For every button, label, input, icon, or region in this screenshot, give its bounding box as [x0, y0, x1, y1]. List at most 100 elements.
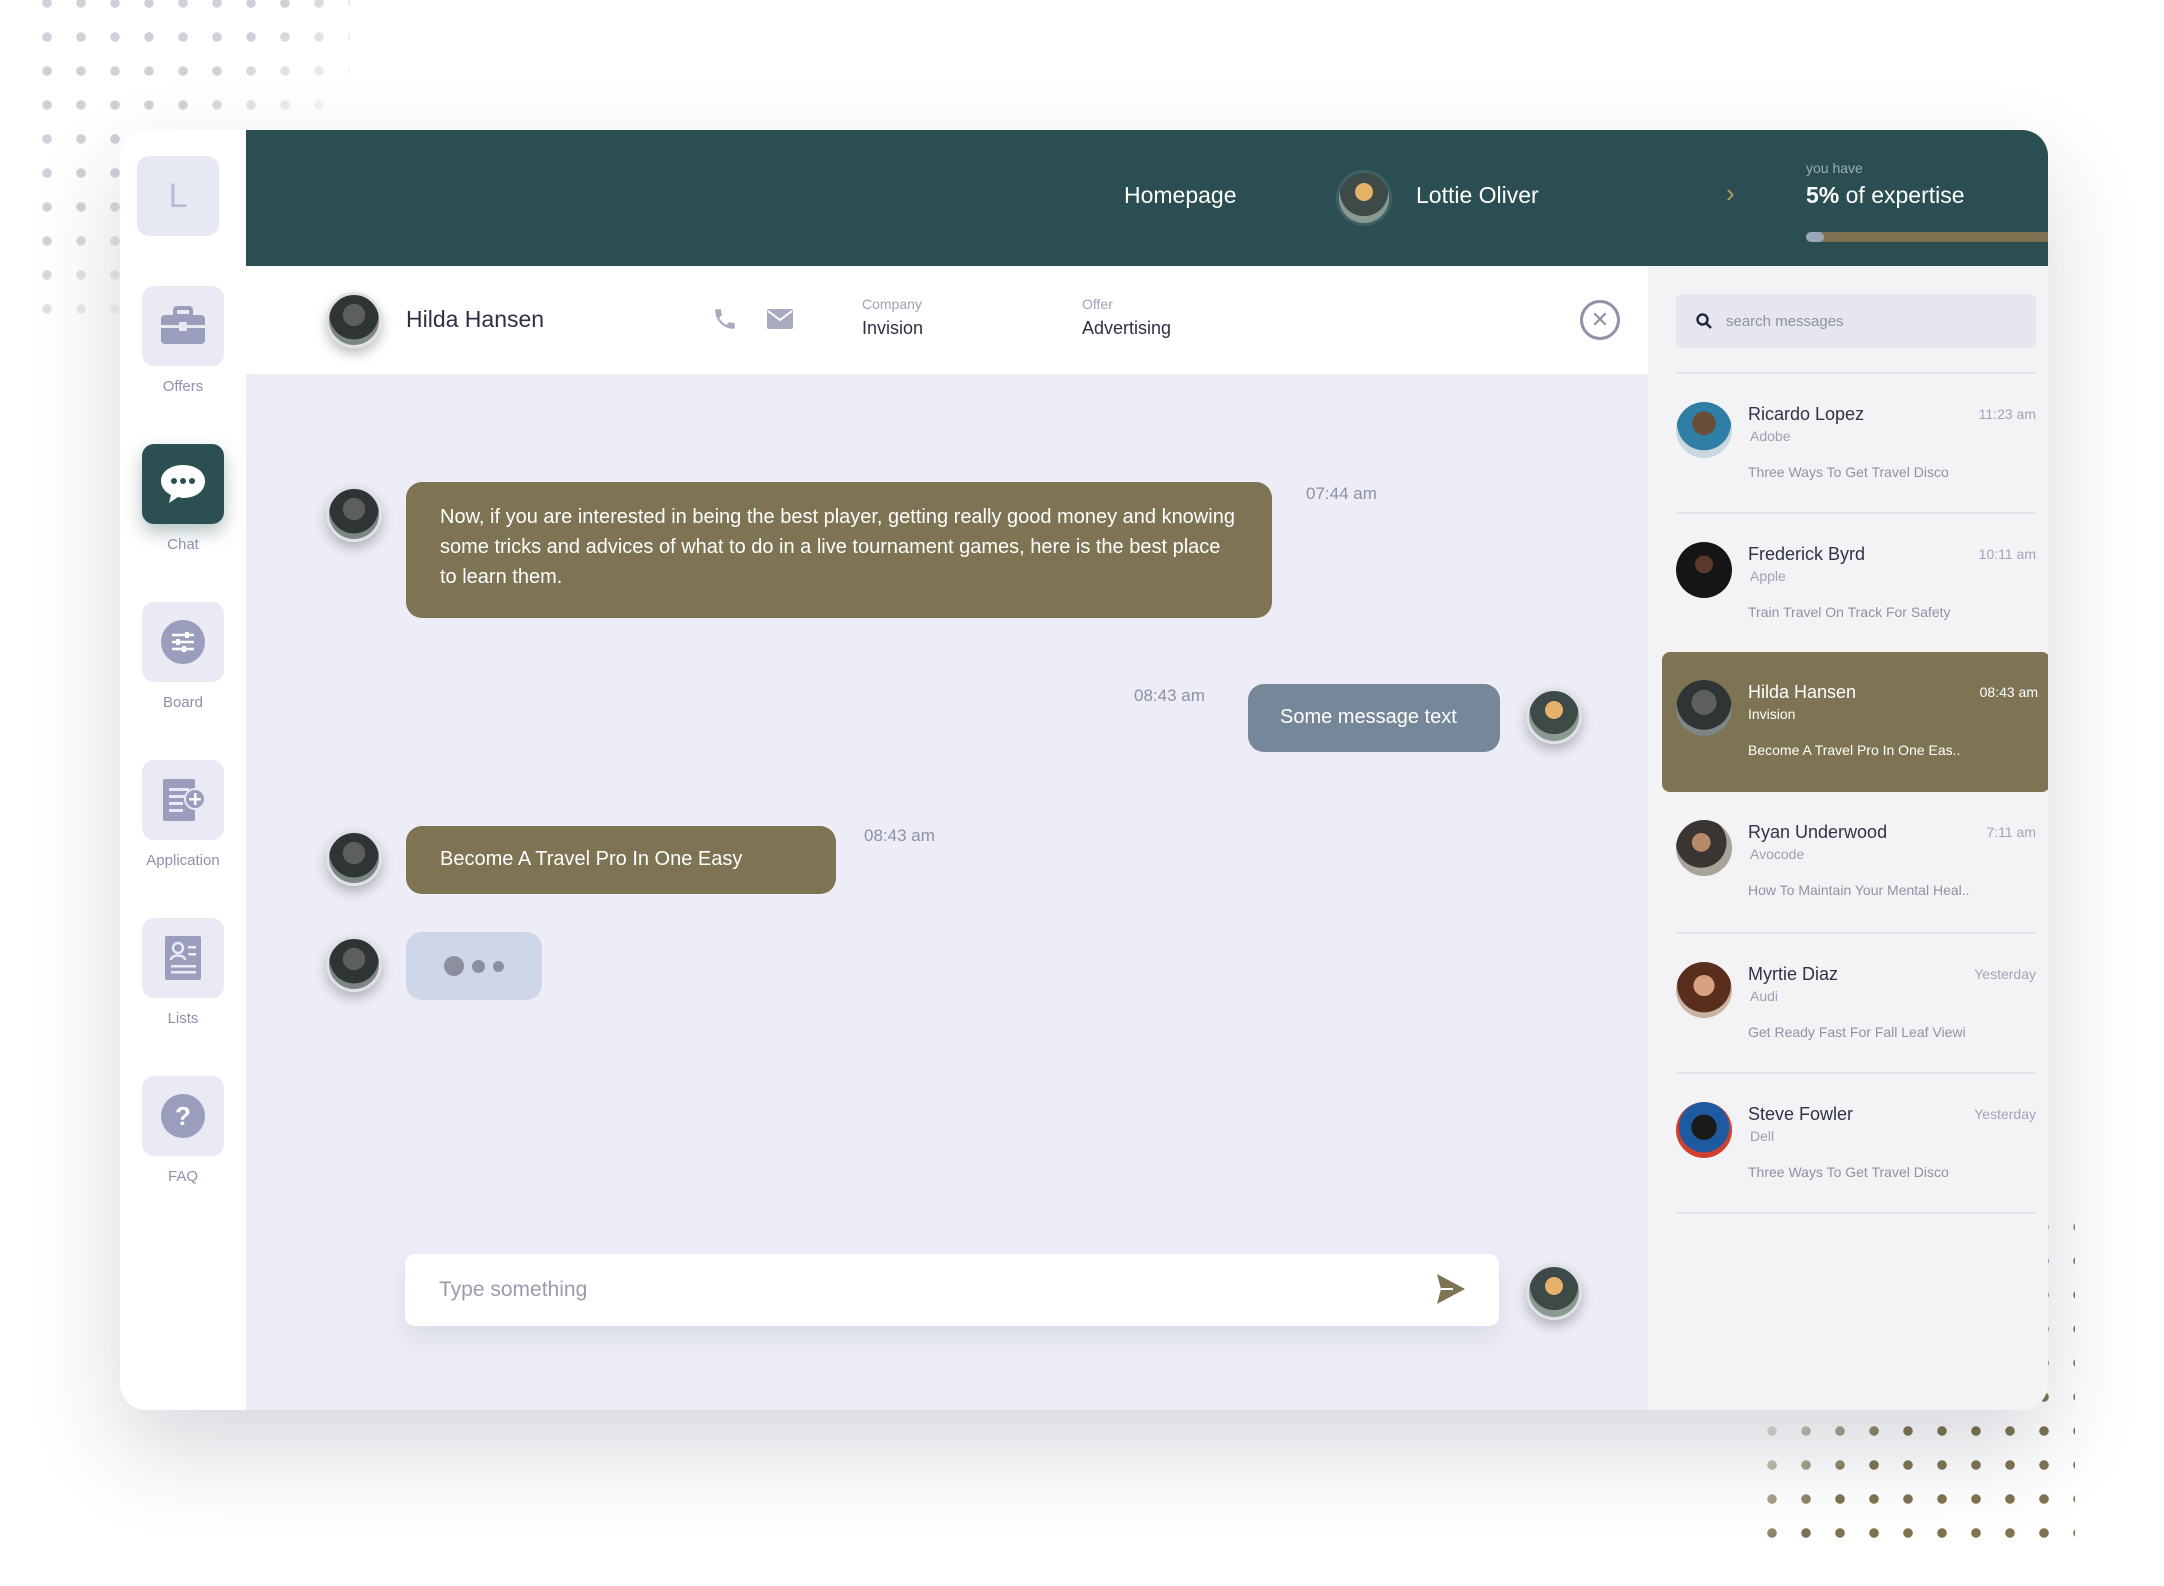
avatar: [1676, 962, 1732, 1018]
add-document-icon: [163, 779, 206, 821]
sidebar-label-application: Application: [146, 852, 220, 869]
message-time: 07:44 am: [1306, 484, 1377, 503]
mail-icon[interactable]: [766, 308, 794, 330]
conversation-time: Yesterday: [1974, 966, 2036, 982]
sidebar-tile-application[interactable]: [142, 760, 224, 840]
my-avatar: [1526, 688, 1582, 744]
list-divider: [1676, 1212, 2036, 1214]
conversation-preview: Three Ways To Get Travel Disco: [1748, 464, 1949, 480]
conversation-item[interactable]: Ryan Underwood 7:11 am Avocode How To Ma…: [1676, 792, 2036, 932]
conversation-name: Steve Fowler: [1748, 1104, 1854, 1124]
send-icon[interactable]: [1435, 1272, 1467, 1306]
avatar: [1676, 1102, 1732, 1158]
sidebar-label-offers: Offers: [162, 378, 204, 395]
contact-name: Hilda Hansen: [406, 306, 545, 332]
sidebar-item-application[interactable]: Application: [120, 760, 246, 869]
svg-text:?: ?: [175, 1101, 191, 1131]
sidebar: L Offers Chat Board Application Lists ? …: [120, 130, 246, 1410]
conversation-name: Frederick Byrd: [1748, 544, 1866, 564]
top-header: Homepage Lottie Oliver › you have 5% of …: [246, 130, 2048, 266]
sidebar-label-chat: Chat: [167, 536, 199, 553]
conversation-item[interactable]: Frederick Byrd 10:11 am Apple Train Trav…: [1676, 512, 2036, 652]
chat-header: Hilda Hansen Company Invision Offer Adve…: [246, 266, 1648, 374]
offer-value: Advertising: [1082, 318, 1172, 338]
expertise-progress-fill: [1806, 232, 1824, 242]
expertise-caption: you have: [1806, 160, 1863, 176]
company-label: Company: [862, 296, 922, 312]
expertise-value: 5% of expertise: [1806, 182, 1965, 209]
conversation-name: Hilda Hansen: [1748, 682, 1857, 702]
message-avatar: [326, 936, 382, 992]
sidebar-tile-faq[interactable]: ?: [142, 1076, 224, 1156]
sidebar-item-offers[interactable]: Offers: [120, 286, 246, 395]
homepage-link[interactable]: Homepage: [1124, 182, 1237, 209]
help-icon: ?: [161, 1094, 205, 1138]
logo[interactable]: L: [137, 156, 219, 236]
message-input[interactable]: [439, 1254, 1399, 1326]
message-time: 08:43 am: [864, 826, 935, 845]
offer-label: Offer: [1082, 296, 1113, 312]
sidebar-item-board[interactable]: Board: [120, 602, 246, 711]
contact-avatar[interactable]: [326, 292, 382, 348]
expertise-progress-bar: [1806, 232, 2048, 242]
sidebar-item-chat[interactable]: Chat: [120, 444, 246, 553]
conversation-company: Apple: [1750, 568, 1786, 584]
conversation-time: 08:43 am: [1979, 684, 2038, 700]
typing-dot: [493, 960, 504, 972]
briefcase-icon: [161, 306, 205, 344]
conversation-company: Avocode: [1750, 846, 1805, 862]
search-input[interactable]: [1726, 294, 2026, 348]
close-chat-button[interactable]: ✕: [1580, 300, 1620, 340]
phone-icon[interactable]: [712, 306, 738, 332]
message-bubble-mine: Some message text: [1248, 684, 1500, 752]
conversation-time: 10:11 am: [1978, 546, 2036, 562]
chat-bubble-icon: [161, 465, 205, 503]
company-value: Invision: [862, 318, 924, 338]
conversation-time: 11:23 am: [1978, 406, 2036, 422]
message-avatar: [326, 486, 382, 542]
sidebar-tile-chat[interactable]: [142, 444, 224, 524]
search-icon: [1696, 313, 1712, 329]
conversation-company: Adobe: [1750, 428, 1791, 444]
avatar: [1676, 402, 1732, 458]
app-window: L Offers Chat Board Application Lists ? …: [120, 130, 2048, 1410]
conversation-preview: Three Ways To Get Travel Disco: [1748, 1164, 1949, 1180]
sliders-icon: [161, 620, 205, 664]
sidebar-tile-offers[interactable]: [142, 286, 224, 366]
conversation-preview: Become A Travel Pro In One Eas..: [1748, 742, 1961, 758]
conversation-item-active[interactable]: Hilda Hansen 08:43 am Invision Become A …: [1662, 652, 2048, 792]
close-icon: ✕: [1590, 307, 1610, 332]
sidebar-item-faq[interactable]: ? FAQ: [120, 1076, 246, 1185]
user-name[interactable]: Lottie Oliver: [1416, 182, 1539, 209]
expertise-percent: 5%: [1806, 182, 1840, 208]
user-avatar[interactable]: [1336, 170, 1392, 226]
sidebar-label-board: Board: [162, 694, 204, 711]
conversation-item[interactable]: Ricardo Lopez 11:23 am Adobe Three Ways …: [1676, 372, 2036, 512]
message-composer: [405, 1254, 1499, 1326]
conversation-preview: Get Ready Fast For Fall Leaf Viewi: [1748, 1024, 1966, 1040]
conversation-name: Ricardo Lopez: [1748, 404, 1865, 424]
message-avatar: [326, 830, 382, 886]
typing-indicator: [406, 932, 542, 1000]
composer-avatar: [1526, 1264, 1582, 1320]
typing-dot: [472, 959, 485, 973]
message-bubble: Now, if you are interested in being the …: [406, 482, 1272, 618]
conversation-preview: Train Travel On Track For Safety: [1748, 604, 1951, 620]
conversation-item[interactable]: Myrtie Diaz Yesterday Audi Get Ready Fas…: [1676, 932, 2036, 1072]
sidebar-label-faq: FAQ: [167, 1168, 198, 1185]
sidebar-label-lists: Lists: [167, 1010, 199, 1027]
sidebar-tile-board[interactable]: [142, 602, 224, 682]
chevron-right-icon[interactable]: ›: [1726, 178, 1735, 209]
sidebar-item-lists[interactable]: Lists: [120, 918, 246, 1027]
conversation-company: Invision: [1748, 706, 1796, 722]
conversation-item[interactable]: Steve Fowler Yesterday Dell Three Ways T…: [1676, 1072, 2036, 1212]
expertise-suffix: of expertise: [1845, 182, 1965, 208]
conversation-preview: How To Maintain Your Mental Heal..: [1748, 882, 1970, 898]
conversation-time: 7:11 am: [1986, 824, 2036, 840]
message-time: 08:43 am: [1134, 686, 1205, 705]
sidebar-tile-lists[interactable]: [142, 918, 224, 998]
conversation-company: Dell: [1750, 1128, 1775, 1144]
search-box[interactable]: [1676, 294, 2036, 348]
conversation-name: Ryan Underwood: [1748, 822, 1888, 842]
typing-dot: [444, 956, 464, 976]
